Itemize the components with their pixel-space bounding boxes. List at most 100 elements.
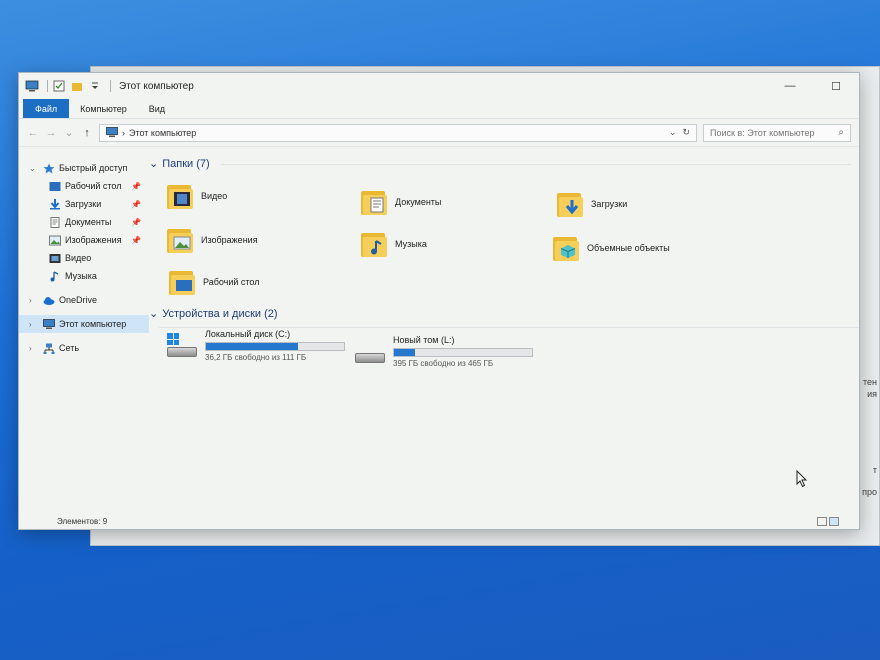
folder-pictures[interactable]: Изображения (165, 225, 258, 255)
search-input[interactable] (710, 127, 830, 138)
sidebar-item-pictures[interactable]: Изображения 📌 (19, 231, 149, 249)
capacity-bar (393, 348, 533, 357)
drive-label: Локальный диск (C:) (205, 329, 291, 339)
up-button[interactable]: ↑ (81, 127, 93, 139)
chevron-right-icon[interactable]: › (29, 320, 39, 329)
quick-access-menu-icon[interactable] (88, 80, 102, 92)
drive-icon (353, 335, 387, 365)
capacity-bar-fill (206, 343, 299, 350)
sidebar-item-label: Документы (65, 217, 112, 227)
breadcrumb[interactable]: Этот компьютер (129, 128, 196, 138)
divider (159, 327, 859, 328)
back-button[interactable]: ← (27, 127, 39, 139)
sidebar-item-label: Рабочий стол (65, 181, 122, 191)
properties-icon[interactable] (52, 80, 66, 92)
pin-icon: 📌 (131, 217, 141, 227)
sidebar-item-documents[interactable]: Документы 📌 (19, 213, 149, 231)
minimize-button[interactable]: — (767, 75, 813, 97)
videos-icon (49, 253, 61, 264)
drive-free-space: 36,2 ГБ свободно из 111 ГБ (205, 353, 307, 362)
folder-3d-objects[interactable]: Объемные объекты (551, 233, 670, 263)
item-count: Элементов: 9 (57, 516, 108, 526)
sidebar-item-this-pc[interactable]: › Этот компьютер (19, 315, 149, 333)
group-header-folders[interactable]: ⌄ Папки (7) (149, 157, 210, 171)
new-folder-icon[interactable] (70, 80, 84, 92)
search-box[interactable]: ⌕ (703, 123, 851, 142)
sidebar-item-label: Быстрый доступ (59, 163, 128, 173)
folder-music[interactable]: Музыка (359, 229, 427, 259)
drive-label: Новый том (L:) (393, 335, 455, 345)
sidebar-item-desktop[interactable]: Рабочий стол 📌 (19, 177, 149, 195)
sidebar-item-label: OneDrive (59, 295, 98, 305)
view-switcher (817, 517, 839, 526)
folder-label: Документы (395, 197, 442, 207)
tab-file[interactable]: Файл (23, 99, 70, 118)
group-title: Устройства и диски (2) (162, 307, 278, 320)
mouse-cursor-icon (796, 470, 808, 488)
cloud-icon (43, 295, 55, 306)
refresh-icon[interactable]: ↻ (682, 127, 690, 138)
capacity-bar-fill (394, 349, 415, 356)
recent-locations-button[interactable]: ⌄ (63, 126, 75, 139)
folder-label: Музыка (395, 239, 427, 249)
drive-l[interactable]: Новый том (L:) 395 ГБ свободно из 465 ГБ (353, 335, 533, 368)
sidebar-item-videos[interactable]: Видео (19, 249, 149, 267)
capacity-bar (205, 342, 345, 351)
navigation-bar: ← → ⌄ ↑ › Этот компьютер ⌄ ↻ ⌕ (19, 119, 859, 147)
title-bar: Этот компьютер — ☐ (19, 73, 859, 99)
sidebar-item-music[interactable]: Музыка (19, 267, 149, 285)
main-area: ⌄ Быстрый доступ Рабочий стол 📌 Загрузки… (19, 149, 859, 513)
group-title: Папки (7) (162, 157, 210, 170)
folder-label: Видео (201, 191, 228, 201)
pictures-icon (49, 235, 61, 246)
sidebar-item-quick-access[interactable]: ⌄ Быстрый доступ (19, 159, 149, 177)
tab-computer[interactable]: Компьютер (69, 99, 138, 118)
folder-downloads[interactable]: Загрузки (555, 189, 627, 219)
window-controls: — ☐ (767, 75, 859, 97)
video-folder-icon (165, 181, 195, 211)
chevron-down-icon[interactable]: ⌄ (149, 157, 158, 170)
chevron-down-icon[interactable]: ⌄ (29, 164, 39, 173)
sidebar-item-label: Изображения (65, 235, 122, 245)
pictures-folder-icon (165, 225, 195, 255)
downloads-folder-icon (555, 189, 585, 219)
background-text: тен (863, 377, 877, 387)
star-icon (43, 163, 55, 174)
ribbon-tabs: Файл Компьютер Вид (19, 99, 859, 119)
folder-videos[interactable]: Видео (165, 181, 227, 211)
sidebar-item-network[interactable]: › Сеть (19, 339, 149, 357)
documents-folder-icon (359, 187, 389, 217)
forward-button[interactable]: → (45, 127, 57, 139)
details-view-icon[interactable] (817, 517, 827, 526)
computer-icon (25, 80, 39, 92)
navigation-pane: ⌄ Быстрый доступ Рабочий стол 📌 Загрузки… (19, 149, 149, 513)
drive-c[interactable]: Локальный диск (C:) 36,2 ГБ свободно из … (165, 329, 345, 362)
downloads-icon (49, 198, 61, 210)
chevron-right-icon[interactable]: › (29, 344, 39, 353)
tab-view[interactable]: Вид (138, 99, 176, 118)
chevron-right-icon[interactable]: › (29, 296, 39, 305)
search-icon: ⌕ (838, 127, 844, 138)
sidebar-item-onedrive[interactable]: › OneDrive (19, 291, 149, 309)
status-bar: Элементов: 9 (19, 513, 859, 529)
maximize-button[interactable]: ☐ (813, 75, 859, 97)
address-dropdown-icon[interactable]: ⌄ (669, 127, 677, 138)
breadcrumb-separator: › (122, 127, 125, 138)
folder-documents[interactable]: Документы (359, 187, 441, 217)
explorer-window: Этот компьютер — ☐ Файл Компьютер Вид ← … (18, 72, 860, 530)
large-icons-view-icon[interactable] (829, 517, 839, 526)
music-folder-icon (359, 229, 389, 259)
address-bar[interactable]: › Этот компьютер ⌄ ↻ (99, 123, 697, 142)
group-header-drives[interactable]: ⌄ Устройства и диски (2) (149, 307, 278, 321)
chevron-down-icon[interactable]: ⌄ (149, 307, 158, 320)
pin-icon: 📌 (131, 235, 141, 245)
sidebar-item-downloads[interactable]: Загрузки 📌 (19, 195, 149, 213)
folder-label: Загрузки (591, 199, 628, 209)
separator (47, 80, 48, 92)
folder-desktop[interactable]: Рабочий стол (167, 267, 260, 297)
computer-icon (43, 318, 55, 330)
sidebar-item-label: Загрузки (65, 199, 102, 209)
sidebar-item-label: Сеть (59, 343, 80, 353)
computer-icon (106, 127, 118, 138)
background-text: т (872, 465, 877, 475)
